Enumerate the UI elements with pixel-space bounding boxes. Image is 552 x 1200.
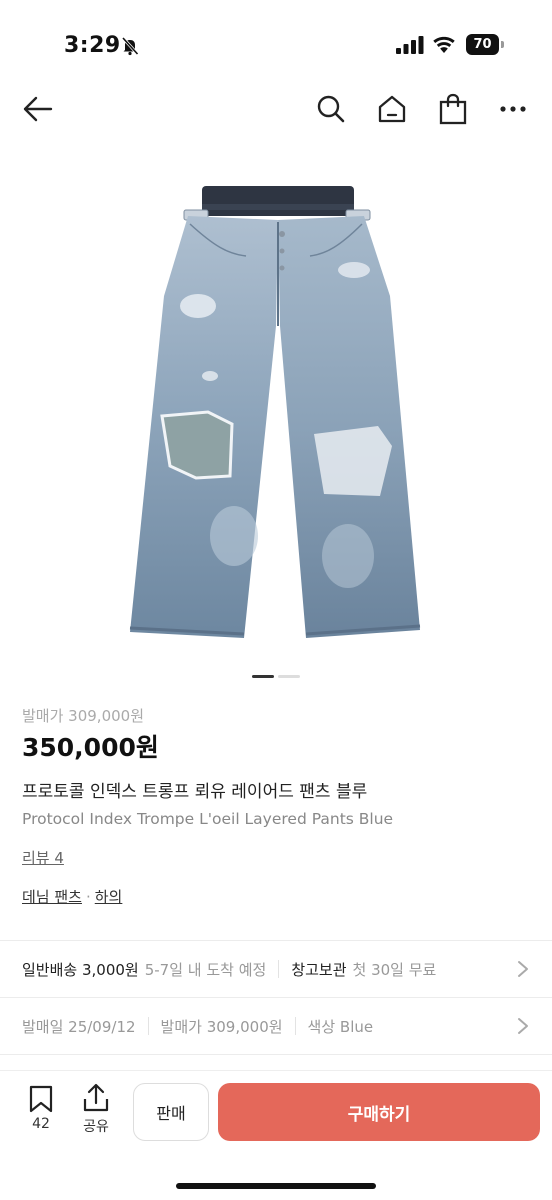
product-image[interactable] <box>118 176 434 650</box>
product-info: 발매가 309,000원 350,000원 프로토콜 인덱스 트롱프 뢰유 레이… <box>22 705 532 908</box>
bookmark-button[interactable]: 42 <box>24 1085 58 1132</box>
release-price-detail: 발매가 309,000원 <box>160 1017 283 1036</box>
signal-icon <box>396 36 424 54</box>
category-breadcrumb: 데님 팬츠 · 하의 <box>22 886 532 908</box>
sale-price: 350,000원 <box>22 733 159 762</box>
chevron-right-icon <box>518 1018 528 1034</box>
shopping-bag-icon[interactable] <box>436 92 470 126</box>
divider <box>0 1054 552 1055</box>
release-detail-row[interactable]: 발매일 25/09/12 발매가 309,000원 색상 Blue <box>0 998 552 1054</box>
share-label: 공유 <box>83 1119 109 1135</box>
image-pager[interactable] <box>252 675 300 678</box>
bottom-action-bar: 42 공유 판매 구매하기 <box>0 1070 552 1200</box>
shipping-label: 일반배송 3,000원 <box>22 960 139 979</box>
shipping-info-row[interactable]: 일반배송 3,000원 5-7일 내 도착 예정 창고보관 첫 30일 무료 <box>0 941 552 997</box>
more-horizontal-icon[interactable] <box>496 92 530 126</box>
shipping-eta: 5-7일 내 도착 예정 <box>144 960 267 979</box>
warehouse-note: 첫 30일 무료 <box>352 960 437 979</box>
bookmark-icon <box>29 1085 53 1113</box>
row-separator <box>294 1017 296 1035</box>
row-separator <box>278 960 280 978</box>
product-title-korean: 프로토콜 인덱스 트롱프 뢰유 레이어드 팬츠 블루 <box>22 782 368 802</box>
arrow-left-icon[interactable] <box>20 92 54 126</box>
wifi-icon <box>433 36 455 53</box>
battery-level: 70 <box>473 37 492 52</box>
bookmark-count: 42 <box>32 1116 50 1132</box>
category-bottoms-link[interactable]: 하의 <box>95 888 123 906</box>
share-icon <box>83 1083 109 1112</box>
buy-button[interactable]: 구매하기 <box>218 1083 540 1141</box>
category-denim-pants-link[interactable]: 데님 팬츠 <box>22 888 82 906</box>
status-bar: 3:29 70 <box>0 0 552 82</box>
category-separator: · <box>85 888 91 906</box>
pager-dot[interactable] <box>278 675 300 678</box>
top-nav-bar <box>0 82 552 136</box>
row-separator <box>147 1017 149 1035</box>
battery-indicator: 70 <box>466 34 504 55</box>
home-indicator <box>176 1183 376 1189</box>
review-link[interactable]: 리뷰 4 <box>22 847 64 868</box>
search-icon[interactable] <box>314 92 348 126</box>
sell-button[interactable]: 판매 <box>133 1083 209 1141</box>
bell-muted-icon <box>121 36 139 56</box>
color-detail: 색상 Blue <box>307 1017 374 1036</box>
product-title-english: Protocol Index Trompe L'oeil Layered Pan… <box>22 810 394 828</box>
pager-dot-active[interactable] <box>252 675 274 678</box>
home-icon[interactable] <box>375 92 409 126</box>
status-time: 3:29 <box>64 33 121 58</box>
chevron-right-icon <box>518 961 528 977</box>
release-date: 발매일 25/09/12 <box>22 1017 136 1036</box>
warehouse-label: 창고보관 <box>291 960 347 979</box>
release-price-label: 발매가 309,000원 <box>22 707 144 725</box>
share-button[interactable]: 공유 <box>78 1083 114 1136</box>
